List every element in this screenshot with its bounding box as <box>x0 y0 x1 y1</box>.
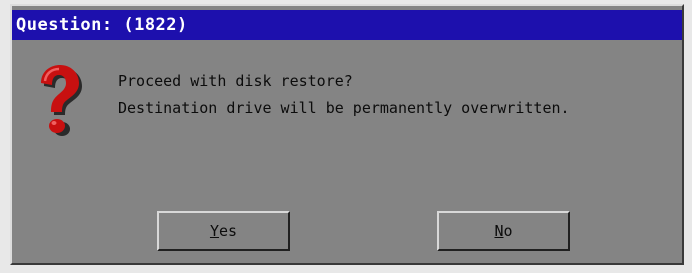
message-line-2: Destination drive will be permanently ov… <box>118 99 570 117</box>
question-mark-icon <box>41 65 82 136</box>
yes-accelerator: Y <box>209 222 219 240</box>
no-button[interactable]: No <box>437 211 570 251</box>
dialog-title-bar: Question: (1822) <box>12 10 682 40</box>
dialog-title: Question: (1822) <box>16 15 188 35</box>
no-accelerator: N <box>494 222 504 240</box>
no-label-rest: o <box>503 222 513 240</box>
dialog-message: Proceed with disk restore? Destination d… <box>118 68 570 122</box>
yes-button[interactable]: Yes <box>157 211 290 251</box>
yes-label-rest: es <box>218 222 238 240</box>
question-dialog: Question: (1822) Proceed with disk resto… <box>10 4 684 265</box>
message-line-1: Proceed with disk restore? <box>118 72 353 90</box>
